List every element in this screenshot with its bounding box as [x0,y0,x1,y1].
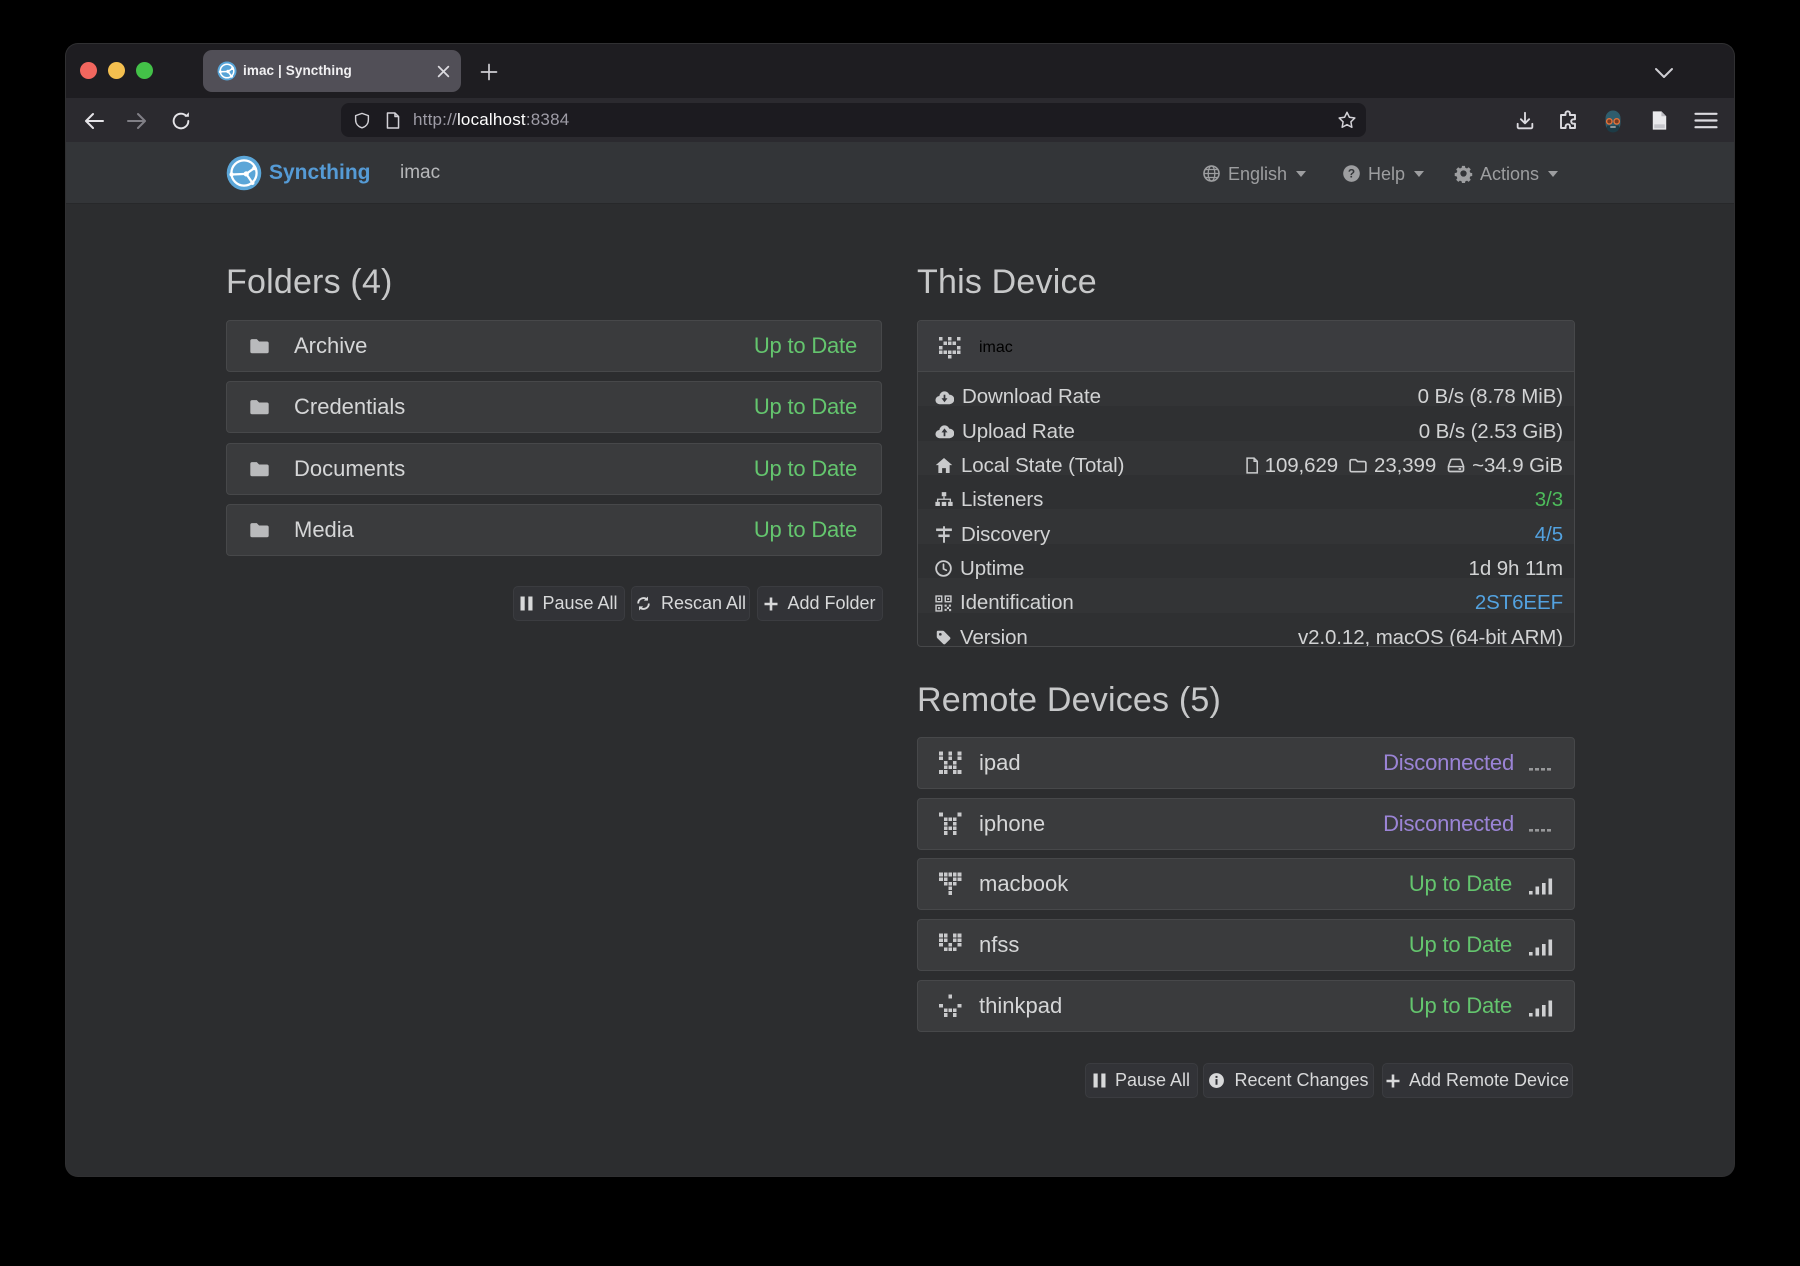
svg-text:?: ? [1348,166,1355,180]
